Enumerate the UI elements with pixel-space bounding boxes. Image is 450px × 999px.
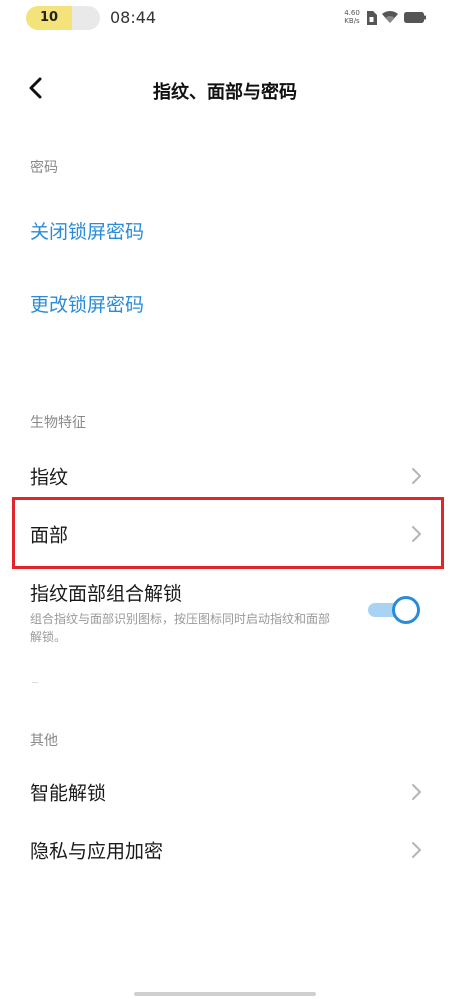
settings-item-label: 指纹 xyxy=(30,466,69,489)
chevron-right-icon xyxy=(412,842,421,858)
sim-card-icon xyxy=(367,11,377,25)
battery-icon xyxy=(404,12,426,23)
settings-item-privacy-app-encryption[interactable]: 隐私与应用加密 xyxy=(0,822,450,878)
toggle-knob xyxy=(392,596,420,624)
combo-unlock-description: 组合指纹与面部识别图标，按压图标同时启动指纹和面部解锁。 xyxy=(30,612,331,644)
status-clock: 08:44 xyxy=(110,8,157,27)
section-header-password: 密码 xyxy=(30,160,58,176)
combo-unlock-toggle[interactable] xyxy=(368,596,420,624)
status-bar: 10 08:44 4.60 KB/s xyxy=(0,0,450,38)
disable-lock-password-link[interactable]: 关闭锁屏密码 xyxy=(30,217,144,244)
settings-item-label: 智能解锁 xyxy=(30,782,107,805)
highlight-box xyxy=(12,497,444,569)
chevron-right-icon xyxy=(412,784,421,800)
settings-item-smart-unlock[interactable]: 智能解锁 xyxy=(0,764,450,820)
change-lock-password-link[interactable]: 更改锁屏密码 xyxy=(30,290,144,317)
divider xyxy=(32,682,38,683)
notification-pill: 10 xyxy=(26,6,100,30)
page-title: 指纹、面部与密码 xyxy=(153,82,297,103)
wifi-icon xyxy=(382,10,398,23)
section-header-other: 其他 xyxy=(30,733,58,749)
network-speed-value: 4.60 xyxy=(344,9,360,17)
settings-item-label: 隐私与应用加密 xyxy=(30,840,164,863)
home-indicator[interactable] xyxy=(134,992,316,996)
chevron-right-icon xyxy=(412,468,421,484)
settings-item-fingerprint[interactable]: 指纹 xyxy=(0,448,450,504)
combo-unlock-title: 指纹面部组合解锁 xyxy=(30,583,183,605)
network-speed: 4.60 KB/s xyxy=(340,9,364,25)
notification-count: 10 xyxy=(39,10,59,25)
network-speed-unit: KB/s xyxy=(344,17,360,25)
section-header-biometrics: 生物特征 xyxy=(30,415,86,431)
